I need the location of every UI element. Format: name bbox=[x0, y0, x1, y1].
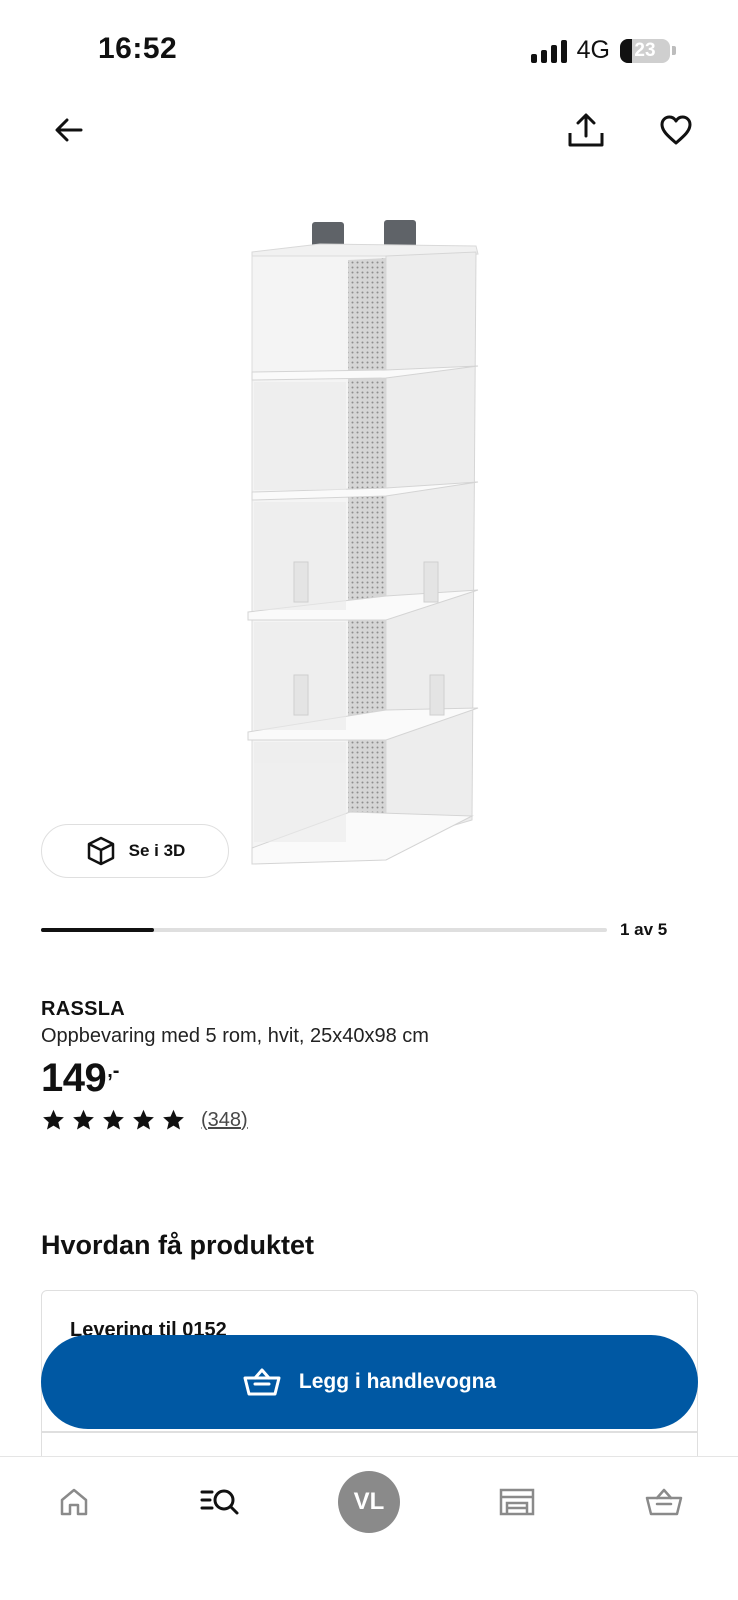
rating-stars bbox=[41, 1108, 186, 1132]
shopping-basket-icon bbox=[243, 1368, 281, 1396]
heart-icon bbox=[660, 115, 692, 145]
delivery-divider bbox=[42, 1431, 697, 1433]
tab-profile[interactable]: VL bbox=[329, 1457, 409, 1547]
back-button[interactable] bbox=[41, 102, 97, 158]
network-type: 4G bbox=[576, 36, 610, 64]
star-icon bbox=[133, 1109, 154, 1130]
product-description: Oppbevaring med 5 rom, hvit, 25x40x98 cm bbox=[41, 1025, 429, 1047]
avatar: VL bbox=[338, 1471, 400, 1533]
search-list-icon bbox=[200, 1489, 239, 1515]
battery-level: 23 bbox=[634, 39, 656, 61]
status-indicators: 4G 23 bbox=[530, 36, 676, 65]
bottom-tab-bar: VL bbox=[0, 1456, 738, 1600]
price-suffix: ,- bbox=[107, 1060, 120, 1082]
add-to-cart-label: Legg i handlevogna bbox=[298, 1370, 497, 1393]
cube-icon bbox=[87, 836, 114, 866]
share-button[interactable] bbox=[558, 102, 614, 158]
star-icon bbox=[103, 1109, 124, 1130]
gallery-progress-track bbox=[41, 928, 607, 932]
gallery-progress-bar bbox=[41, 928, 155, 932]
battery-fill bbox=[620, 38, 632, 63]
price-value: 149 bbox=[41, 1056, 107, 1100]
view-3d-label: Se i 3D bbox=[128, 841, 186, 860]
tab-cart[interactable] bbox=[624, 1457, 704, 1547]
tab-search[interactable] bbox=[180, 1457, 260, 1547]
top-navigation bbox=[0, 100, 738, 164]
star-icon bbox=[43, 1109, 64, 1130]
tab-stores[interactable] bbox=[477, 1457, 557, 1547]
shopping-basket-icon bbox=[645, 1488, 683, 1516]
battery-tip bbox=[672, 46, 676, 55]
home-icon bbox=[60, 1488, 88, 1516]
product-name: RASSLA bbox=[41, 998, 126, 1020]
status-bar: 16:52 4G 23 bbox=[0, 0, 738, 100]
add-to-cart-button[interactable]: Legg i handlevogna bbox=[41, 1335, 698, 1429]
favorite-button[interactable] bbox=[648, 102, 704, 158]
product-image[interactable] bbox=[180, 200, 550, 890]
store-icon bbox=[499, 1488, 535, 1516]
star-icon bbox=[73, 1109, 94, 1130]
gallery-counter: 1 av 5 bbox=[620, 920, 668, 939]
product-price: 149 ,- bbox=[41, 1056, 119, 1101]
delivery-section-title: Hvordan få produktet bbox=[41, 1230, 315, 1260]
share-icon bbox=[568, 113, 604, 147]
tab-home[interactable] bbox=[34, 1457, 114, 1547]
status-time: 16:52 bbox=[98, 32, 178, 65]
product-rating[interactable]: (348) bbox=[41, 1108, 248, 1132]
cellular-signal-icon bbox=[530, 39, 567, 63]
battery-icon: 23 bbox=[620, 38, 670, 63]
view-3d-button[interactable]: Se i 3D bbox=[41, 824, 229, 878]
product-illustration bbox=[247, 220, 479, 865]
arrow-left-icon bbox=[55, 118, 83, 142]
review-count-link[interactable]: (348) bbox=[201, 1109, 248, 1132]
star-icon bbox=[163, 1109, 184, 1130]
